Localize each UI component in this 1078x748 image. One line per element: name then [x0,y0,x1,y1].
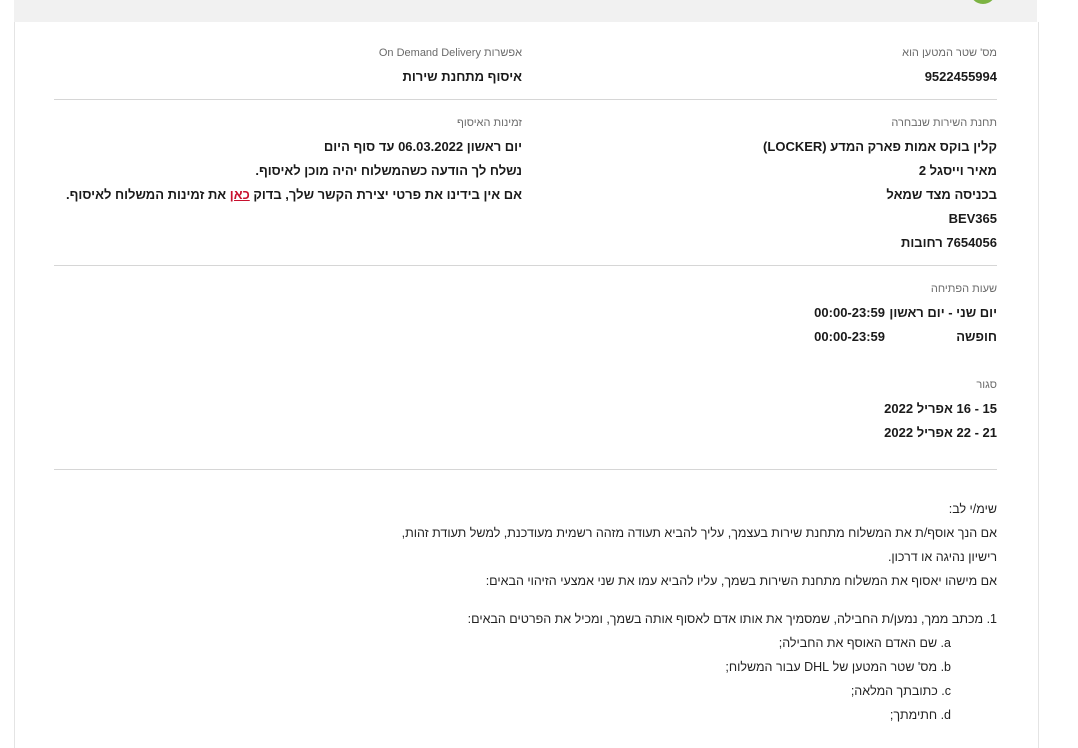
waybill-label: מס' שטר המטען הוא [902,47,997,59]
waybill-number: 9522455994 [924,69,997,84]
pickup-notice: שימ/י לב: אם הנך אוסף/ת את המשלוח מתחנת … [377,497,997,593]
contact-text-before: אם אין בידינו את פרטי יצירת הקשר שלך, בד… [249,187,522,202]
service-point-directions: בכניסה מצד שמאל [886,187,997,202]
opening-hours-row: חופשה 00:00-23:59 [814,325,997,349]
service-point-city: 7654056 רחובות [901,235,997,250]
pickup-notify-text: נשלח לך הודעה כשהמשלוח יהיה מוכן לאיסוף. [255,163,522,178]
pickup-availability-block: זמינות האיסוף יום ראשון 06.03.2022 עד סו… [66,116,522,207]
waybill-block: מס' שטר המטען הוא 9522455994 [902,46,997,89]
service-point-code: BEV365 [948,211,997,226]
notice-line: אם מישהו יאסוף את המשלוח מתחנת השירות בש… [485,574,997,588]
check-here-link[interactable]: כאן [230,187,250,202]
delivery-option-block: אפשרות On Demand Delivery איסוף מתחנת שי… [379,46,522,89]
step-sub-item: c. כתובתך המלאה; [850,684,951,698]
opening-hours-row: יום שני - יום ראשון 00:00-23:59 [814,301,997,325]
hours-day: יום שני - יום ראשון [889,305,997,320]
authorization-steps: 1. מכתב ממך, נמען/ת החבילה, שמסמיך את או… [377,607,997,727]
pickup-contact-text: אם אין בידינו את פרטי יצירת הקשר שלך, בד… [66,183,522,207]
service-point-name: קלין בוקס אמות פארק המדע (LOCKER) [763,139,997,154]
divider [54,99,997,100]
delivery-option-label: אפשרות On Demand Delivery [378,47,522,59]
divider [54,469,997,470]
step-sub-item: b. מס' שטר המטען של DHL עבור המשלוח; [725,660,951,674]
closed-range: 21 - 22 אפריל 2022 [884,425,997,440]
hours-day: חופשה [956,329,997,344]
service-point-street: מאיר וייסגל 2 [918,163,997,178]
opening-hours-block: שעות הפתיחה יום שני - יום ראשון 00:00-23:… [814,282,997,349]
service-point-block: תחנת השירות שנבחרה קלין בוקס אמות פארק ה… [763,116,997,255]
closed-label: סגור [976,379,997,391]
pickup-date: יום ראשון 06.03.2022 עד סוף היום [323,139,522,154]
page-top-bar [14,0,1037,22]
service-point-label: תחנת השירות שנבחרה [891,117,997,129]
notice-title: שימ/י לב: [948,502,997,516]
notice-line: רישיון נהיגה או דרכון. [887,550,997,564]
notice-line: אם הנך אוסף/ת את המשלוח מתחנת שירות בעצמ… [401,526,997,540]
closed-dates-block: סגור 15 - 16 אפריל 2022 21 - 22 אפריל 20… [884,378,997,445]
divider [54,265,997,266]
step-sub-item: d. חתימתך; [889,708,951,722]
contact-text-after: את זמינות המשלוח לאיסוף. [66,187,230,202]
opening-hours-label: שעות הפתיחה [930,283,997,295]
hours-time: 00:00-23:59 [814,305,885,320]
pickup-availability-label: זמינות האיסוף [457,117,522,129]
delivery-option-value: איסוף מתחנת שירות [402,69,522,84]
step-item: 1. מכתב ממך, נמען/ת החבילה, שמסמיך את או… [467,612,997,626]
step-sub-item: a. שם האדם האוסף את החבילה; [778,636,951,650]
closed-range: 15 - 16 אפריל 2022 [884,401,997,416]
hours-time: 00:00-23:59 [814,329,885,344]
